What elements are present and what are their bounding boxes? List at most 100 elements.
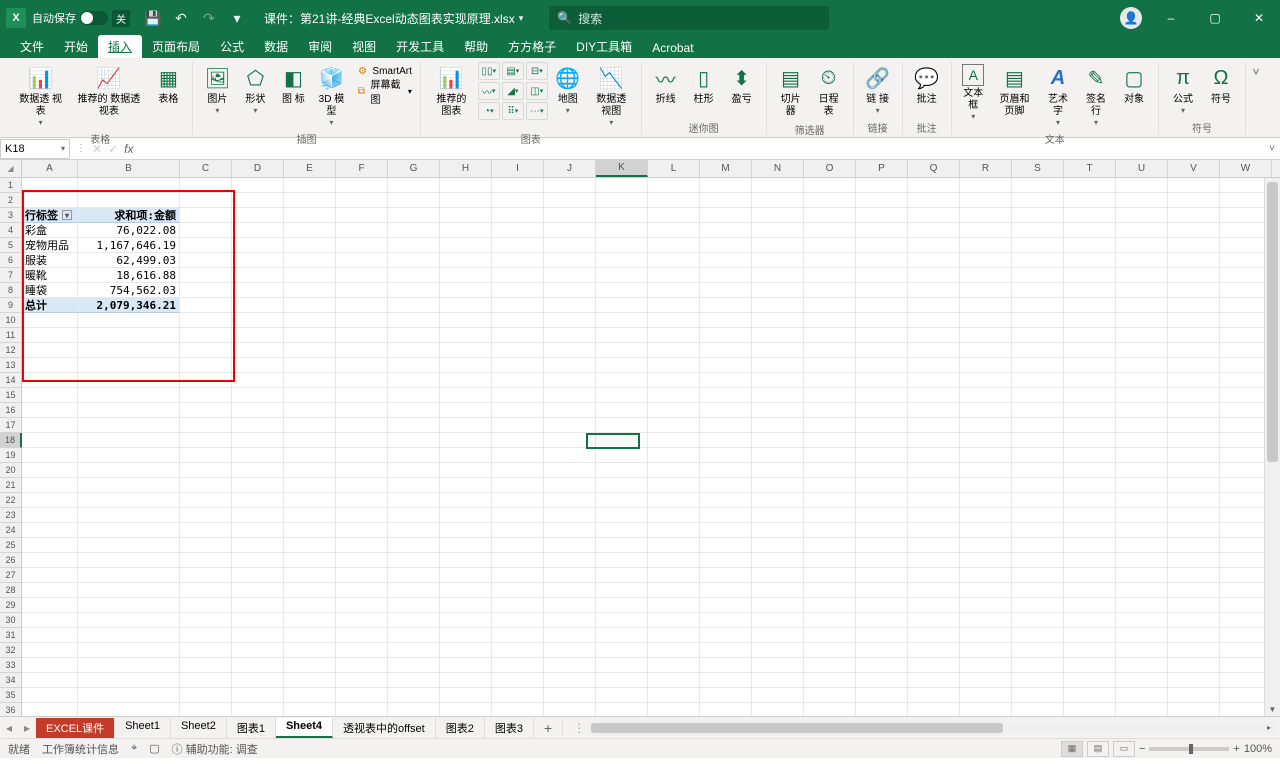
cell[interactable] [1168,598,1220,613]
bar-chart-icon[interactable]: ▤▾ [502,62,524,80]
cell[interactable] [284,538,336,553]
cell[interactable] [856,418,908,433]
tab-fangfang[interactable]: 方方格子 [498,35,566,58]
cell[interactable] [960,238,1012,253]
cell[interactable] [648,553,700,568]
cell[interactable] [492,688,544,703]
cell[interactable] [440,478,492,493]
cell[interactable] [336,178,388,193]
cell[interactable] [1168,493,1220,508]
cell[interactable] [492,238,544,253]
cell[interactable] [1168,208,1220,223]
cell[interactable] [804,433,856,448]
cell[interactable] [700,703,752,716]
cell[interactable] [1168,268,1220,283]
cell[interactable] [960,463,1012,478]
close-button[interactable]: ✕ [1244,8,1274,28]
cell[interactable] [856,283,908,298]
cell[interactable] [856,448,908,463]
cell[interactable] [700,238,752,253]
cell[interactable] [284,463,336,478]
cell[interactable] [648,223,700,238]
cell[interactable] [856,313,908,328]
cell[interactable] [856,523,908,538]
cell[interactable] [908,358,960,373]
cell[interactable] [388,613,440,628]
cell[interactable] [1116,613,1168,628]
cell[interactable] [1168,403,1220,418]
col-header-D[interactable]: D [232,160,284,177]
cell[interactable] [1064,688,1116,703]
cell[interactable] [336,703,388,716]
cell[interactable] [78,463,180,478]
row-header[interactable]: 3 [0,208,22,223]
cell[interactable] [1064,448,1116,463]
cell[interactable] [492,418,544,433]
cell[interactable] [960,658,1012,673]
cell[interactable] [180,553,232,568]
cell[interactable] [700,298,752,313]
cell[interactable] [648,238,700,253]
cell[interactable] [856,553,908,568]
cell[interactable] [856,433,908,448]
cell[interactable] [388,703,440,716]
cell[interactable] [440,553,492,568]
cell[interactable] [1168,238,1220,253]
cell[interactable] [596,313,648,328]
cell[interactable] [596,208,648,223]
sheet-tab[interactable]: Sheet1 [115,718,171,738]
cell[interactable] [960,433,1012,448]
cell[interactable] [440,448,492,463]
cell[interactable] [752,343,804,358]
cell[interactable] [336,268,388,283]
cell[interactable] [22,373,78,388]
sheet-tab[interactable]: 透视表中的offset [333,718,436,738]
cell[interactable] [180,613,232,628]
cell[interactable] [804,658,856,673]
cell[interactable] [700,433,752,448]
cell[interactable] [78,658,180,673]
sheet-tab[interactable]: EXCEL课件 [36,718,115,738]
scroll-right-icon[interactable]: ▸ [1262,723,1276,732]
cell[interactable] [1168,298,1220,313]
cell[interactable] [284,478,336,493]
cell[interactable] [804,268,856,283]
cell[interactable] [388,328,440,343]
cell[interactable] [700,538,752,553]
cell[interactable] [700,508,752,523]
cell[interactable] [1116,268,1168,283]
cell[interactable] [440,523,492,538]
cell[interactable] [388,418,440,433]
cell[interactable] [22,193,78,208]
cell[interactable] [492,538,544,553]
cell[interactable] [1168,658,1220,673]
signature-button[interactable]: ✎签名行▾ [1078,62,1114,129]
cell[interactable] [752,478,804,493]
cell[interactable] [388,253,440,268]
cell[interactable] [388,268,440,283]
cell[interactable] [1116,178,1168,193]
cell[interactable] [544,628,596,643]
cell[interactable] [648,583,700,598]
cell[interactable] [388,583,440,598]
cell[interactable] [1168,193,1220,208]
cell[interactable] [648,478,700,493]
cell[interactable] [180,373,232,388]
cell[interactable] [492,193,544,208]
cell[interactable] [492,403,544,418]
cell[interactable] [78,448,180,463]
screenshot-button[interactable]: ⧉屏幕截图▾ [353,82,413,100]
cell[interactable] [700,208,752,223]
cell[interactable] [232,493,284,508]
search-box[interactable]: 🔍 搜索 [549,6,829,30]
cell[interactable] [492,343,544,358]
cell[interactable]: 暖靴 [22,268,78,283]
cell[interactable] [804,388,856,403]
cell[interactable] [232,358,284,373]
cell[interactable] [596,448,648,463]
cell[interactable] [544,328,596,343]
cell[interactable] [1168,673,1220,688]
cell[interactable] [284,268,336,283]
cell[interactable] [1116,298,1168,313]
tab-formulas[interactable]: 公式 [210,35,254,58]
